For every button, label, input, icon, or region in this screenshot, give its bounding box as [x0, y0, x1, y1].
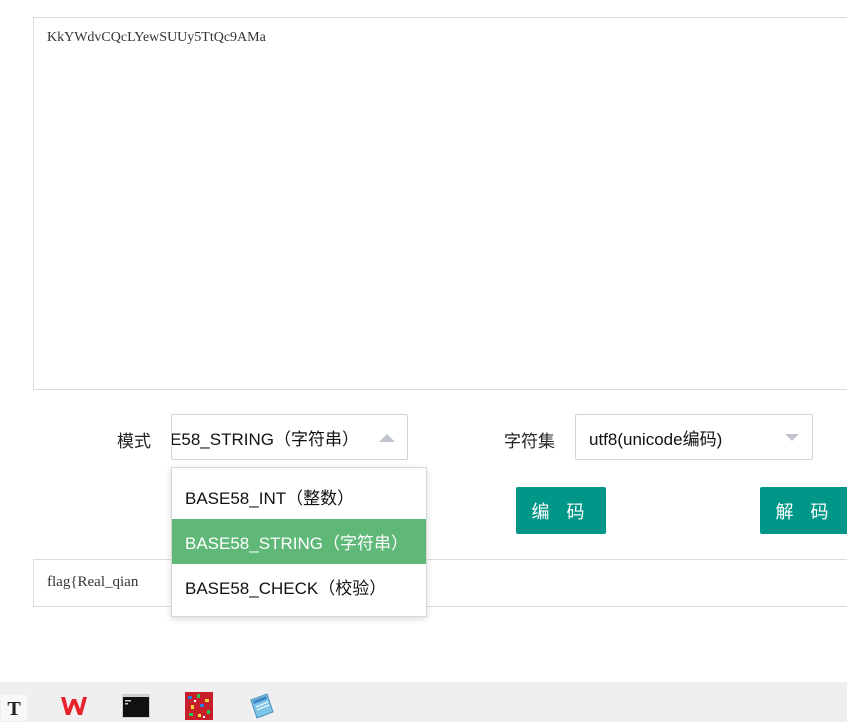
- input-textarea[interactable]: KkYWdvCQcLYewSUUy5TtQc9AMa: [33, 17, 847, 390]
- decode-button[interactable]: 解 码: [760, 487, 847, 534]
- wps-office-icon[interactable]: [60, 692, 88, 720]
- mode-label: 模式: [117, 432, 151, 451]
- output-field[interactable]: flag{Real_qian: [33, 559, 847, 607]
- dropdown-option-string[interactable]: BASE58_STRING（字符串）: [172, 519, 426, 564]
- svg-text:T: T: [7, 698, 21, 720]
- mode-select[interactable]: BASE58_STRING（字符串）: [171, 414, 408, 460]
- colorful-app-icon[interactable]: [185, 692, 213, 720]
- output-text: flag{Real_qian: [47, 574, 139, 590]
- charset-label: 字符集: [504, 432, 555, 451]
- charset-select-value: utf8(unicode编码): [589, 429, 723, 449]
- dropdown-option-int[interactable]: BASE58_INT（整数）: [172, 474, 426, 519]
- notepad-icon[interactable]: [247, 692, 275, 720]
- taskbar: T: [0, 682, 847, 722]
- mode-select-value: BASE58_STRING（字符串）: [171, 429, 359, 449]
- mode-dropdown-menu: BASE58_INT（整数） BASE58_STRING（字符串） BASE58…: [171, 467, 427, 617]
- text-editor-icon[interactable]: T: [0, 694, 28, 722]
- terminal-icon[interactable]: [122, 692, 150, 720]
- charset-select[interactable]: utf8(unicode编码): [575, 414, 813, 460]
- input-text: KkYWdvCQcLYewSUUy5TtQc9AMa: [47, 30, 266, 45]
- chevron-down-icon: [785, 434, 799, 441]
- dropdown-option-check[interactable]: BASE58_CHECK（校验）: [172, 564, 426, 609]
- encode-button[interactable]: 编 码: [516, 487, 606, 534]
- chevron-up-icon: [379, 434, 395, 442]
